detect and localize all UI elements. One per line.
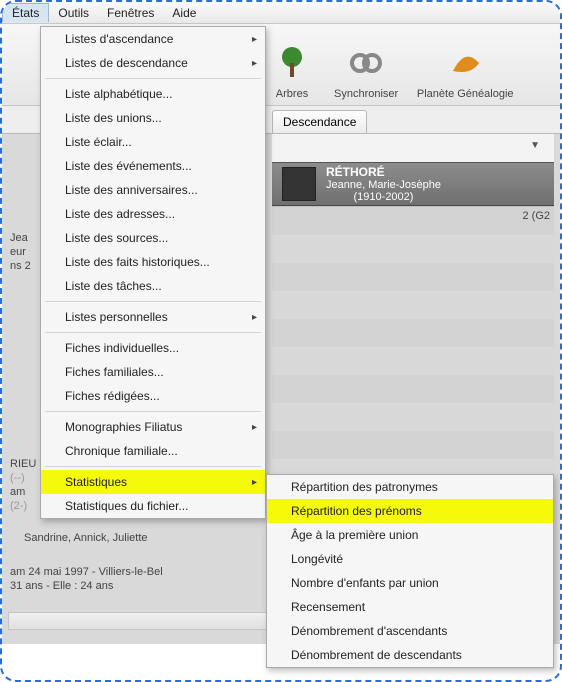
left-frag-2: eur <box>10 246 26 258</box>
menu-outils[interactable]: Outils <box>49 4 98 22</box>
smi-patronymes[interactable]: Répartition des patronymes <box>267 475 553 499</box>
mi-monographies[interactable]: Monographies Filiatus <box>41 415 265 439</box>
content-header: ▼ <box>272 134 554 162</box>
person-photo <box>282 167 316 201</box>
mi-evenements[interactable]: Liste des événements... <box>41 154 265 178</box>
submenu-statistiques: Répartition des patronymes Répartition d… <box>266 474 554 668</box>
left-line2: (--) <box>10 472 25 484</box>
toolbar-planete-label: Planète Généalogie <box>417 88 514 100</box>
mi-alphabetique[interactable]: Liste alphabétique... <box>41 82 265 106</box>
toolbar-synchroniser[interactable]: Synchroniser <box>334 30 398 100</box>
left-frag-1: Jea <box>10 232 28 244</box>
generation-badge: 2 (G2 <box>522 210 550 222</box>
footer-line-2: 31 ans - Elle : 24 ans <box>10 580 113 592</box>
chevron-down-icon[interactable]: ▼ <box>530 140 540 151</box>
sync-icon <box>343 40 389 86</box>
mi-stat-fichier[interactable]: Statistiques du fichier... <box>41 494 265 518</box>
left-frag-3: ns 2 <box>10 260 31 272</box>
menu-fenetres[interactable]: Fenêtres <box>98 4 163 22</box>
menu-bar[interactable]: États Outils Fenêtres Aide <box>2 2 560 24</box>
mi-anniversaires[interactable]: Liste des anniversaires... <box>41 178 265 202</box>
smi-prenoms[interactable]: Répartition des prénoms <box>267 499 553 523</box>
separator <box>45 466 261 467</box>
mi-fiches-red[interactable]: Fiches rédigées... <box>41 384 265 408</box>
smi-enfants[interactable]: Nombre d'enfants par union <box>267 571 553 595</box>
person-text: RÉTHORÉ Jeanne, Marie-Josèphe (1910-2002… <box>326 165 441 203</box>
mi-eclair[interactable]: Liste éclair... <box>41 130 265 154</box>
toolbar-arbres[interactable]: Arbres <box>262 30 322 100</box>
tab-descendance[interactable]: Descendance <box>272 110 367 133</box>
toolbar-arbres-label: Arbres <box>276 88 308 100</box>
person-row[interactable]: RÉTHORÉ Jeanne, Marie-Josèphe (1910-2002… <box>272 162 554 206</box>
mi-personnelles[interactable]: Listes personnelles <box>41 305 265 329</box>
left-line1: RIEU <box>10 458 36 470</box>
person-dates: (1910-2002) <box>354 191 414 203</box>
mi-adresses[interactable]: Liste des adresses... <box>41 202 265 226</box>
mi-faits[interactable]: Liste des faits historiques... <box>41 250 265 274</box>
leaf-icon <box>442 40 488 86</box>
app-window: États Outils Fenêtres Aide Arbres Synchr… <box>0 0 562 682</box>
mi-sources[interactable]: Liste des sources... <box>41 226 265 250</box>
mi-descendance[interactable]: Listes de descendance <box>41 51 265 75</box>
menu-aide[interactable]: Aide <box>163 4 205 22</box>
smi-denom-asc[interactable]: Dénombrement d'ascendants <box>267 619 553 643</box>
separator <box>45 78 261 79</box>
tree-icon <box>269 40 315 86</box>
mi-unions[interactable]: Liste des unions... <box>41 106 265 130</box>
smi-recensement[interactable]: Recensement <box>267 595 553 619</box>
separator <box>45 411 261 412</box>
person-surname: RÉTHORÉ <box>326 165 441 179</box>
mi-fiches-ind[interactable]: Fiches individuelles... <box>41 336 265 360</box>
footer-line-1: am 24 mai 1997 - Villiers-le-Bel <box>10 566 163 578</box>
mi-statistiques[interactable]: Statistiques <box>41 470 265 494</box>
smi-longevite[interactable]: Longévité <box>267 547 553 571</box>
smi-age-union[interactable]: Âge à la première union <box>267 523 553 547</box>
mi-ascendance[interactable]: Listes d'ascendance <box>41 27 265 51</box>
toolbar-synchroniser-label: Synchroniser <box>334 88 398 100</box>
mi-taches[interactable]: Liste des tâches... <box>41 274 265 298</box>
separator <box>45 301 261 302</box>
smi-denom-desc[interactable]: Dénombrement de descendants <box>267 643 553 667</box>
mi-chronique[interactable]: Chronique familiale... <box>41 439 265 463</box>
person-given: Jeanne, Marie-Josèphe <box>326 179 441 191</box>
toolbar-planete[interactable]: Planète Généalogie <box>410 30 520 100</box>
left-line4: (2-) <box>10 500 27 512</box>
menu-dropdown-etats: Listes d'ascendance Listes de descendanc… <box>40 26 266 519</box>
mi-fiches-fam[interactable]: Fiches familiales... <box>41 360 265 384</box>
left-line3: am <box>10 486 25 498</box>
names-line: Sandrine, Annick, Juliette <box>24 532 148 544</box>
menu-etats[interactable]: États <box>2 3 49 22</box>
separator <box>45 332 261 333</box>
